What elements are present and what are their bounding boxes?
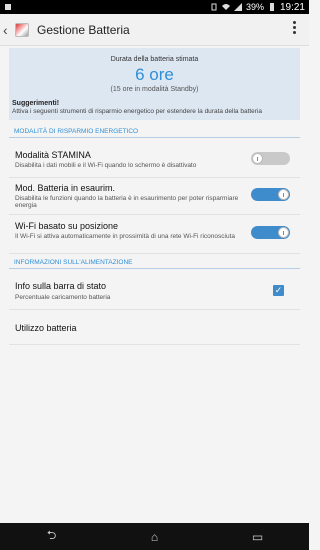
setting-title: Utilizzo batteria (15, 323, 77, 333)
setting-title: Mod. Batteria in esaurim. (15, 183, 116, 193)
wifi-icon (221, 4, 230, 10)
nav-back-icon[interactable]: ⮌ (32, 526, 72, 547)
section-header-energy-saving: MODALITÀ DI RISPARMIO ENERGETICO (9, 126, 300, 138)
action-bar: ‹ Gestione Batteria (0, 14, 309, 46)
setting-row-status-bar-info[interactable]: Info sulla barra di stato Percentuale ca… (9, 274, 300, 310)
status-bar: 39% 19:21 (0, 0, 309, 14)
stamina-toggle[interactable] (251, 152, 290, 165)
toggle-knob (278, 189, 289, 200)
low-battery-toggle[interactable] (251, 188, 290, 201)
battery-icon (269, 3, 274, 11)
setting-subtitle: Percentuale caricamento batteria (15, 294, 111, 301)
setting-row-stamina[interactable]: Modalità STAMINA Disabilita i dati mobil… (9, 142, 300, 178)
setting-title: Info sulla barra di stato (15, 281, 107, 291)
setting-row-low-battery[interactable]: Mod. Batteria in esaurim. Disabilita le … (9, 179, 300, 215)
standby-estimate: (15 ore in modalità Standby) (110, 86, 199, 93)
nav-home-icon[interactable]: ⌂ (135, 530, 175, 544)
clock: 19:21 (279, 1, 305, 13)
signal-icon (233, 3, 242, 11)
app-icon[interactable] (15, 22, 29, 37)
back-icon[interactable]: ‹ (3, 22, 13, 38)
setting-subtitle: Il Wi-Fi si attiva automaticamente in pr… (15, 233, 235, 240)
battery-estimate-label: Durata della batteria stimata (110, 56, 199, 63)
vibrate-icon (211, 3, 217, 11)
section-header-power-info: INFORMAZIONI SULL'ALIMENTAZIONE (9, 257, 300, 269)
status-bar-info-checkbox[interactable]: ✓ (273, 285, 284, 296)
nav-recents-icon[interactable]: ▭ (238, 530, 278, 544)
battery-percent: 39% (245, 2, 264, 12)
notification-icon (5, 4, 11, 10)
setting-subtitle: Disabilita le funzioni quando la batteri… (15, 195, 239, 209)
navigation-bar: ⮌ ⌂ ▭ (0, 523, 309, 550)
setting-subtitle: Disabilita i dati mobili e il Wi-Fi quan… (15, 162, 197, 169)
setting-row-battery-usage[interactable]: Utilizzo batteria (9, 311, 300, 345)
battery-estimate-value: 6 ore (135, 65, 174, 84)
overflow-menu-icon[interactable] (293, 21, 297, 34)
tips-block: Suggerimenti! Attiva i seguenti strument… (12, 100, 297, 115)
setting-title: Wi-Fi basato su posizione (15, 221, 119, 231)
setting-title: Modalità STAMINA (15, 150, 91, 160)
location-wifi-toggle[interactable] (251, 226, 290, 239)
page-title: Gestione Batteria (37, 22, 130, 37)
tips-text: Attiva i seguenti strumenti di risparmio… (12, 108, 263, 115)
toggle-knob (278, 227, 289, 238)
tips-title: Suggerimenti! (12, 100, 60, 107)
setting-row-location-wifi[interactable]: Wi-Fi basato su posizione Il Wi-Fi si at… (9, 216, 300, 254)
toggle-knob (252, 153, 263, 164)
